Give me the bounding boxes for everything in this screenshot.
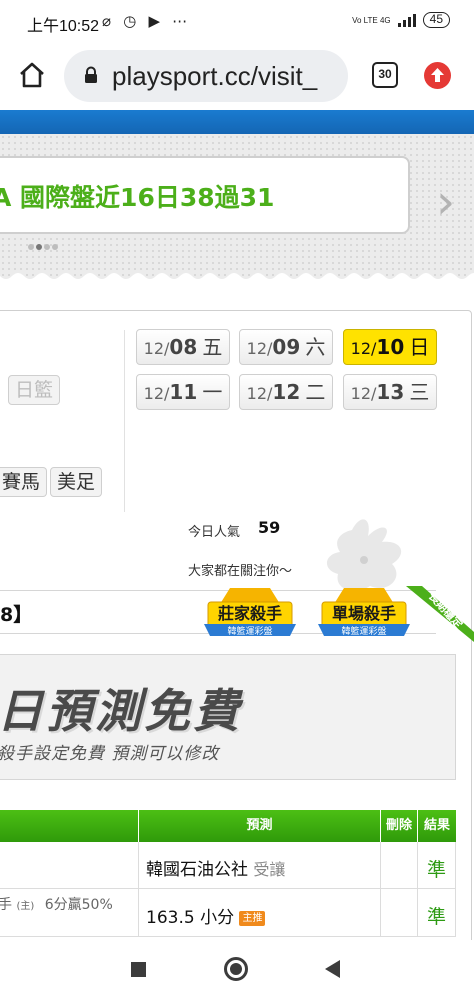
sport-tag-horse-racing[interactable]: 賽馬: [0, 467, 48, 497]
signal-icon: [397, 14, 416, 27]
single-game-killer-badge[interactable]: 單場殺手 韓籃運彩盤: [314, 584, 414, 646]
news-slide[interactable]: A 國際盤近16日38過31: [0, 156, 410, 234]
pick-note: 受讓: [253, 860, 286, 879]
date-weekday: 二: [305, 380, 326, 404]
date-day: 08: [169, 335, 198, 359]
result-accurate: 準: [427, 906, 447, 928]
result-accurate: 準: [427, 859, 447, 881]
chevron-right-icon[interactable]: ›: [436, 174, 455, 230]
date-day: 11: [169, 380, 198, 404]
recents-icon[interactable]: [131, 962, 146, 977]
divider: [124, 330, 125, 512]
date-day: 10: [376, 335, 405, 359]
popularity-label: 今日人氣: [188, 525, 241, 540]
android-nav-bar: [0, 940, 474, 1000]
title-bracket: 8】: [0, 604, 33, 626]
table-cell-delete[interactable]: [381, 842, 418, 889]
date-button-1209[interactable]: 12/09 六: [239, 329, 333, 365]
battery-icon: 45: [422, 12, 450, 28]
status-notification-icons: ⌀ ◷ ▶ ⋯: [102, 13, 192, 30]
free-prediction-banner[interactable]: 日預測免費 殺手設定免費 預測可以修改: [0, 654, 456, 780]
address-bar[interactable]: playsport.cc/visit_: [64, 50, 348, 102]
sport-tag-american-football[interactable]: 美足: [50, 467, 103, 497]
date-month: 12/: [246, 339, 273, 358]
date-weekday: 三: [409, 380, 430, 404]
match-info: 手 (主) 6分贏50%: [0, 894, 113, 914]
long-term-stable-ribbon: 長期穩定: [402, 582, 474, 642]
badge-subtitle: 韓籃運彩盤: [341, 627, 387, 637]
match-stats: 6分贏50%: [44, 897, 113, 913]
carousel-dot[interactable]: [28, 244, 34, 250]
carousel-dot[interactable]: [52, 244, 58, 250]
url-text: playsport.cc/visit_: [112, 61, 318, 91]
promo-subtext: 殺手設定免費 預測可以修改: [0, 744, 220, 764]
status-right: Vo LTE 4G 45: [352, 12, 450, 28]
table-header-result: 結果: [418, 810, 456, 842]
badge-subtitle: 韓籃運彩盤: [227, 627, 273, 637]
prediction-pick: 163.5 小分 主推: [146, 903, 266, 928]
sport-tag-japan-basketball[interactable]: 日籃: [8, 375, 61, 405]
home-icon[interactable]: [18, 61, 46, 89]
carousel-dot-active[interactable]: [36, 244, 42, 250]
date-day: 12: [272, 380, 301, 404]
news-carousel: A 國際盤近16日38過31 ›: [0, 134, 474, 282]
date-weekday: 日: [409, 335, 430, 359]
home-circle-icon[interactable]: [224, 957, 248, 981]
follow-text: 大家都在關注你～: [188, 564, 293, 579]
date-day: 09: [272, 335, 301, 359]
match-team-fragment: 手: [0, 897, 12, 913]
carousel-dots: [28, 244, 58, 250]
date-button-1212[interactable]: 12/12 二: [239, 374, 333, 410]
table-header-delete: 刪除: [381, 810, 417, 842]
badge-title: 莊家殺手: [217, 604, 282, 623]
arrow-up-icon: [431, 68, 444, 82]
table-cell-match: [0, 842, 139, 889]
back-icon[interactable]: [325, 960, 340, 978]
promo-headline: 日預測免費: [0, 684, 242, 738]
date-month: 12/: [246, 384, 273, 403]
date-button-1210-selected[interactable]: 12/10 日: [343, 329, 437, 365]
popularity-value: 59: [258, 518, 281, 537]
table-header-match: [0, 810, 138, 842]
date-weekday: 六: [305, 335, 326, 359]
date-weekday: 一: [202, 380, 223, 404]
tab-switcher-button[interactable]: 30: [372, 62, 398, 88]
date-button-1213[interactable]: 12/13 三: [343, 374, 437, 410]
date-weekday: 五: [202, 335, 223, 359]
date-day: 13: [376, 380, 405, 404]
status-time: 上午10:52: [27, 18, 100, 35]
browser-toolbar: playsport.cc/visit_ 30: [0, 44, 474, 110]
prediction-pick: 韓國石油公社 受讓: [146, 855, 285, 880]
table-cell-delete[interactable]: [381, 889, 418, 937]
badge-title: 單場殺手: [331, 604, 396, 623]
table-header-prediction: 預測: [139, 810, 380, 842]
banker-killer-badge[interactable]: 莊家殺手 韓籃運彩盤: [200, 584, 300, 646]
date-month: 12/: [350, 384, 377, 403]
site-header-band: [0, 110, 474, 134]
news-headline: A 國際盤近16日38過31: [0, 183, 275, 212]
main-pick-tag: 主推: [239, 911, 266, 926]
carousel-dot[interactable]: [44, 244, 50, 250]
date-button-1208[interactable]: 12/08 五: [136, 329, 230, 365]
date-month: 12/: [143, 384, 170, 403]
date-button-1211[interactable]: 12/11 一: [136, 374, 230, 410]
network-indicator: Vo LTE 4G: [352, 15, 391, 25]
pick-team: 韓國石油公社: [146, 860, 248, 880]
date-month: 12/: [143, 339, 170, 358]
home-marker: (主): [16, 901, 35, 912]
date-month: 12/: [350, 339, 377, 358]
wave-divider: [0, 273, 474, 284]
status-bar: 上午10:52 ⌀ ◷ ▶ ⋯ Vo LTE 4G 45: [0, 0, 474, 44]
lock-icon: [85, 66, 97, 83]
update-icon[interactable]: [424, 62, 451, 89]
pick-value: 163.5 小分: [146, 908, 235, 928]
